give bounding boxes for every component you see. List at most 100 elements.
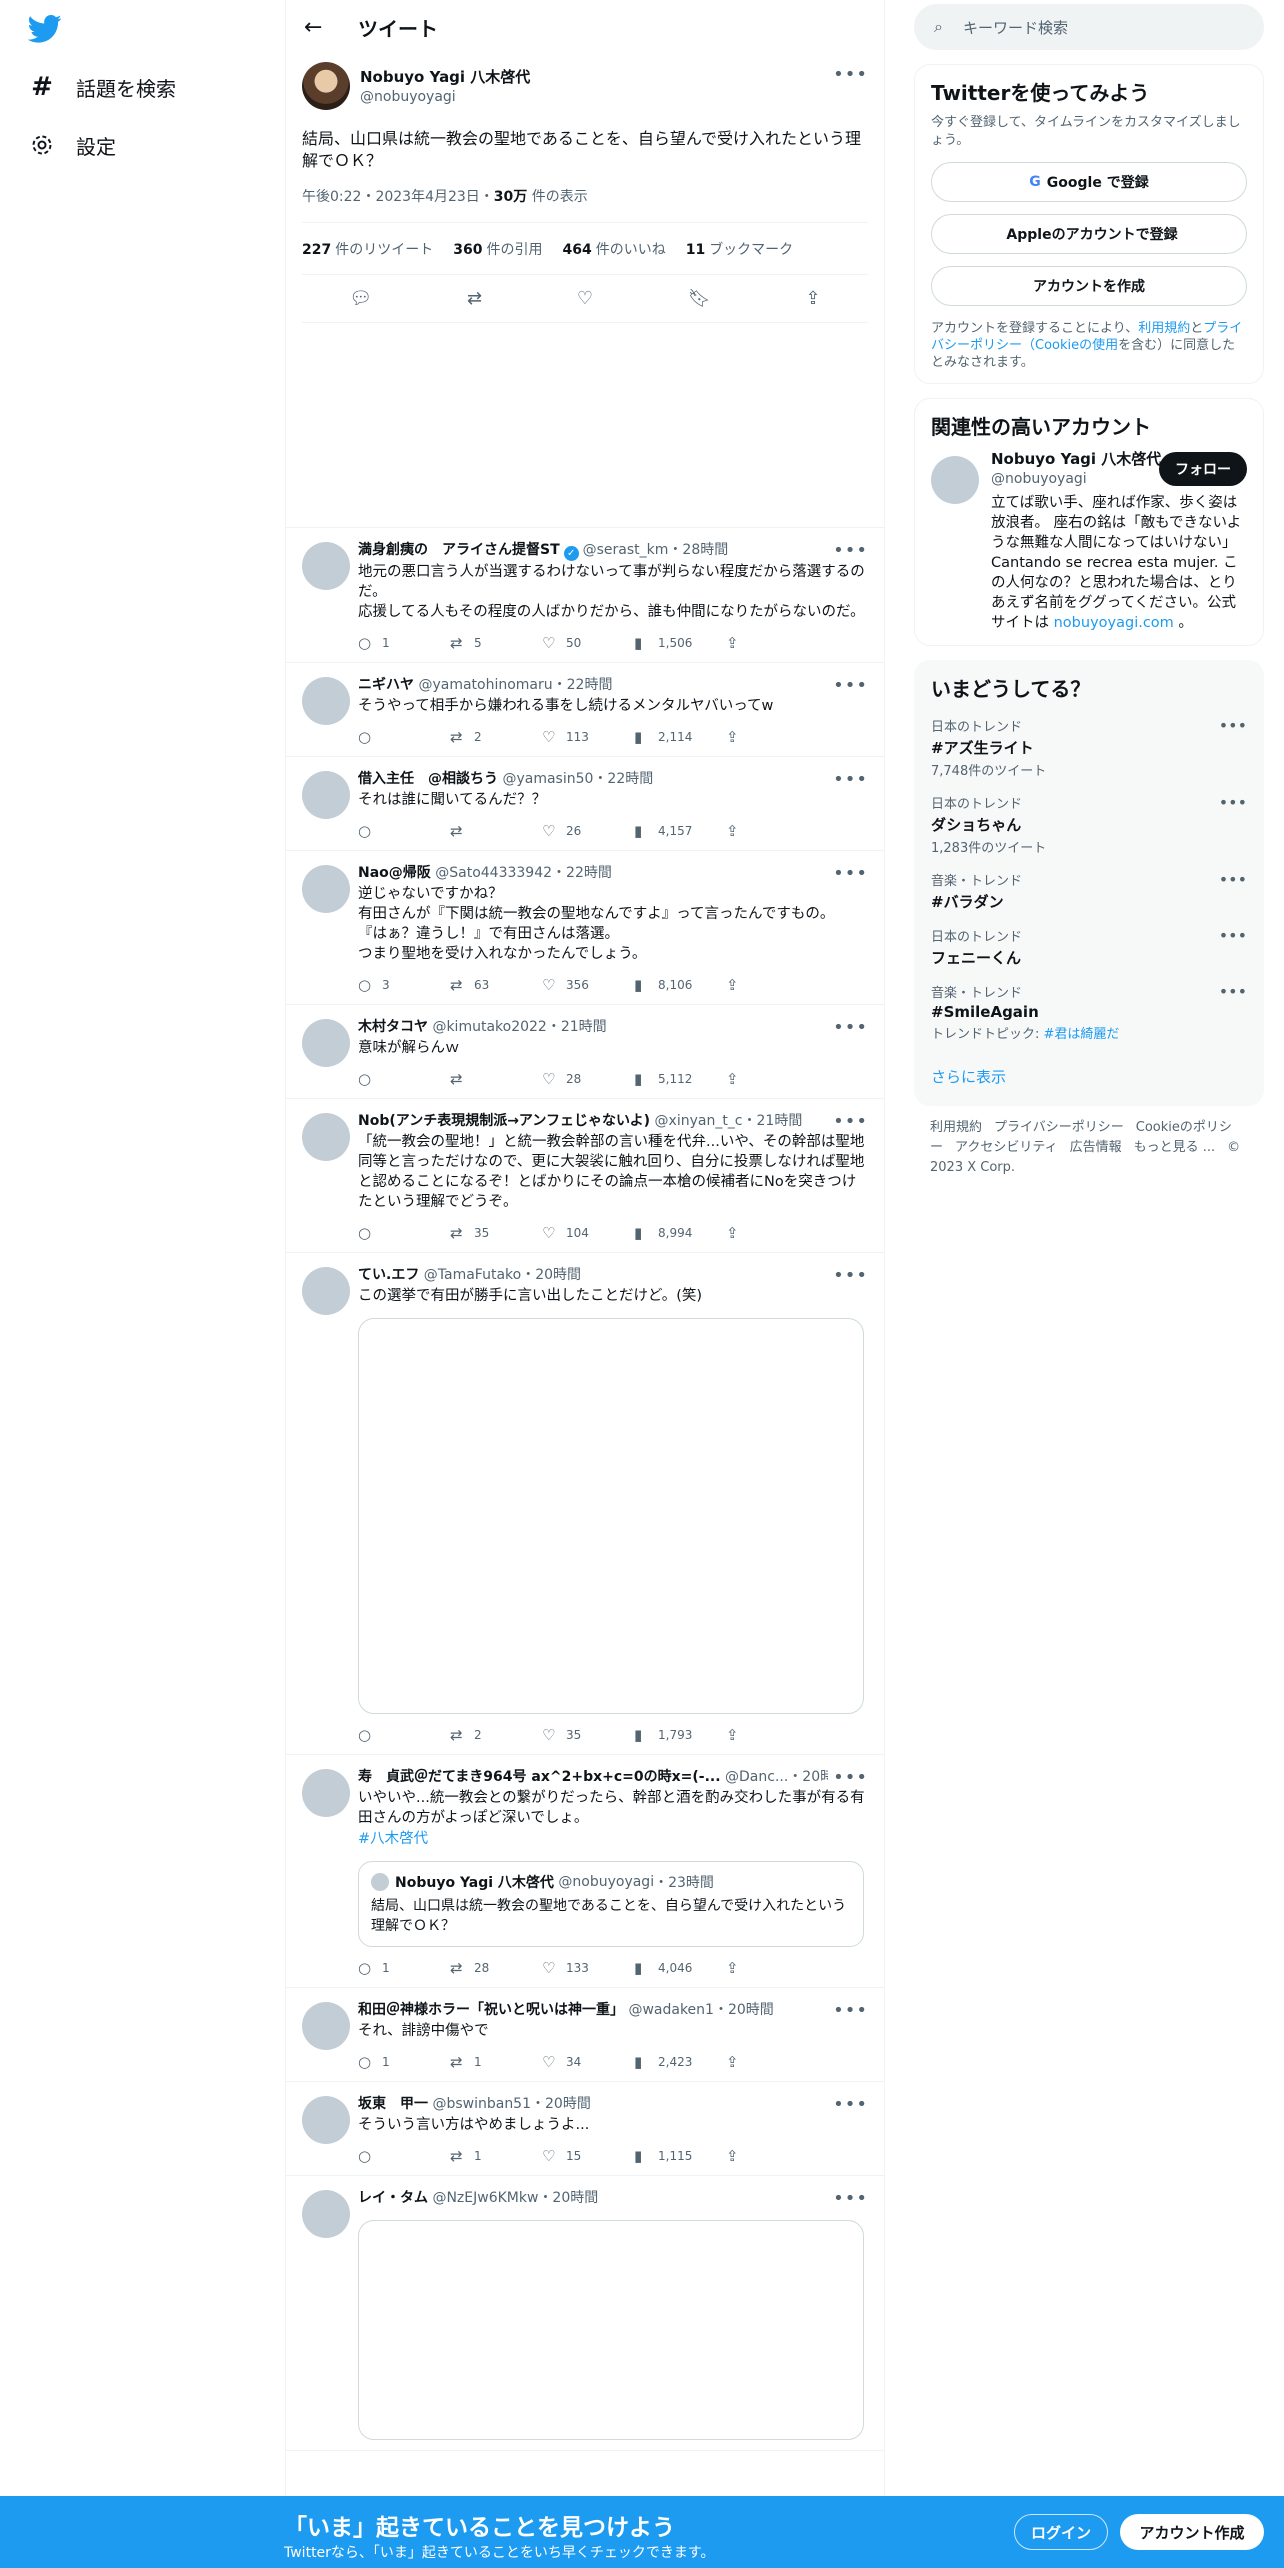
retweet-button[interactable]: ⇄ 63 <box>450 976 542 994</box>
apple-signup-button[interactable]: Appleのアカウントで登録 <box>931 214 1247 254</box>
footer-link[interactable]: 広告情報 <box>1070 1140 1122 1155</box>
reply-tweet[interactable]: ••• レイ・タム @NzEJw6KMkw・20時間 <box>286 2176 884 2451</box>
like-button[interactable]: ♡ 15 <box>542 2147 634 2165</box>
retweet-button[interactable]: ⇄ 1 <box>450 2147 542 2165</box>
reply-author-handle[interactable]: @Sato44333942 <box>435 865 552 881</box>
trend-item[interactable]: 音楽・トレンド #バラダン ••• <box>931 870 1247 912</box>
more-icon[interactable]: ••• <box>833 769 868 790</box>
search-input[interactable]: ⌕ キーワード検索 <box>914 4 1264 50</box>
views-button[interactable]: ▮ 8,106 <box>634 976 726 994</box>
like-button[interactable]: ♡ 50 <box>542 634 634 652</box>
more-icon[interactable]: ••• <box>833 1265 868 1286</box>
reply-tweet[interactable]: ••• 満身創痍の アライさん提督ST ✓ @serast_km・28時間 地元の悪口言… <box>286 528 884 663</box>
tweet-time[interactable]: 午後0:22・2023年4月23日・ <box>302 189 494 205</box>
avatar[interactable] <box>302 677 350 725</box>
reply-author-handle[interactable]: @wadaken1 <box>628 2002 714 2018</box>
reply-time[interactable]: ・20時間 <box>788 1769 828 1785</box>
reply-button[interactable]: ○ 1 <box>358 634 450 652</box>
quotes-stat[interactable]: 360 件の引用 <box>453 239 542 259</box>
retweet-icon[interactable]: ⇄ <box>467 288 482 309</box>
share-button[interactable]: ⇪ <box>726 634 766 652</box>
like-button[interactable]: ♡ 26 <box>542 822 634 840</box>
views-button[interactable]: ▮ 5,112 <box>634 1070 726 1088</box>
reply-author-name[interactable]: 寿 貞武＠だてまき964号 ax^2+bx+c=0の時x=(-... <box>358 1769 721 1785</box>
trend-item[interactable]: 音楽・トレンド #SmileAgain トレンドトピック: #君は綺麗だ ••• <box>931 982 1247 1042</box>
reply-icon[interactable]: 💬︎ <box>349 288 372 309</box>
views-button[interactable]: ▮ 1,506 <box>634 634 726 652</box>
avatar[interactable] <box>302 2002 350 2050</box>
retweet-button[interactable]: ⇄ 5 <box>450 634 542 652</box>
reply-button[interactable]: ○ 3 <box>358 976 450 994</box>
like-button[interactable]: ♡ 34 <box>542 2053 634 2071</box>
like-button[interactable]: ♡ 28 <box>542 1070 634 1088</box>
show-more-link[interactable]: さらに表示 <box>931 1066 1247 1087</box>
reply-tweet[interactable]: ••• 木村タコヤ @kimutako2022・21時間 意味が解らんｗ ○ ⇄ ♡ 28 ▮… <box>286 1005 884 1099</box>
reply-author-handle[interactable]: @bswinban51 <box>432 2096 531 2112</box>
twitter-logo-icon[interactable] <box>28 14 62 44</box>
avatar[interactable] <box>302 771 350 819</box>
reply-author-handle[interactable]: @TamaFutako <box>424 1267 521 1283</box>
more-icon[interactable]: ••• <box>833 863 868 884</box>
reply-author-name[interactable]: 借入主任 @相談ちう <box>358 771 498 787</box>
reply-tweet[interactable]: ••• ニギハヤ @yamatohinomaru・22時間 そうやって相手から嫌われ… <box>286 663 884 757</box>
share-button[interactable]: ⇪ <box>726 1070 766 1088</box>
more-icon[interactable]: ••• <box>1219 716 1247 735</box>
reply-hashtag[interactable]: #八木啓代 <box>358 1829 868 1849</box>
share-button[interactable]: ⇪ <box>726 822 766 840</box>
reply-button[interactable]: ○ <box>358 1070 450 1088</box>
retweet-button[interactable]: ⇄ 2 <box>450 1726 542 1744</box>
reply-author-handle[interactable]: @kimutako2022 <box>432 1019 546 1035</box>
more-icon[interactable]: ••• <box>833 2094 868 2115</box>
views-button[interactable]: ▮ 4,157 <box>634 822 726 840</box>
author-handle[interactable]: @nobuyoyagi <box>360 89 530 105</box>
reply-button[interactable]: ○ 1 <box>358 1959 450 1977</box>
reply-tweet[interactable]: ••• Nao@帰阪 @Sato44333942・22時間 逆じゃないですかね？ 有… <box>286 851 884 1005</box>
retweets-stat[interactable]: 227 件のリツイート <box>302 239 433 259</box>
related-bio-link[interactable]: nobuyoyagi.com <box>1054 615 1174 631</box>
retweet-button[interactable]: ⇄ 2 <box>450 728 542 746</box>
likes-stat[interactable]: 464 件のいいね <box>562 239 665 259</box>
like-button[interactable]: ♡ 104 <box>542 1224 634 1242</box>
more-icon[interactable]: ••• <box>1219 870 1247 889</box>
retweet-button[interactable]: ⇄ <box>450 822 542 840</box>
avatar[interactable] <box>302 1113 350 1161</box>
reply-author-name[interactable]: Nob(アンチ表現規制派→アンフェじゃないよ) <box>358 1113 650 1129</box>
views-button[interactable]: ▮ 8,994 <box>634 1224 726 1242</box>
reply-author-handle[interactable]: @serast_km <box>583 542 669 558</box>
reply-tweet[interactable]: ••• 寿 貞武＠だてまき964号 ax^2+bx+c=0の時x=(-... @D… <box>286 1755 884 1988</box>
reply-time[interactable]: ・21時間 <box>743 1113 803 1129</box>
reply-author-name[interactable]: 満身創痍の アライさん提督ST <box>358 542 560 558</box>
google-signup-button[interactable]: G Google で登録 <box>931 162 1247 202</box>
avatar[interactable] <box>931 456 979 504</box>
views-button[interactable]: ▮ 1,115 <box>634 2147 726 2165</box>
footer-link[interactable]: アクセシビリティ <box>955 1140 1058 1155</box>
nav-settings[interactable]: 設定 <box>28 125 116 165</box>
reply-author-name[interactable]: Nao@帰阪 <box>358 865 431 881</box>
footer-link[interactable]: プライバシーポリシー <box>994 1120 1124 1135</box>
reply-button[interactable]: ○ 1 <box>358 2053 450 2071</box>
share-button[interactable]: ⇪ <box>726 2053 766 2071</box>
login-button[interactable]: ログイン <box>1014 2514 1108 2550</box>
reply-tweet[interactable]: ••• てい.エフ @TamaFutako・20時間 この選挙で有田が勝手に言い出し… <box>286 1253 884 1755</box>
trend-item[interactable]: 日本のトレンド フェニーくん ••• <box>931 926 1247 968</box>
avatar[interactable] <box>302 62 350 110</box>
more-icon[interactable]: ••• <box>833 1111 868 1132</box>
media-placeholder[interactable] <box>358 2220 864 2440</box>
reply-time[interactable]: ・28時間 <box>668 542 728 558</box>
reply-tweet[interactable]: ••• 和田＠神様ホラー「祝いと呪いは神一重」 @wadaken1・20時間 それ、… <box>286 1988 884 2082</box>
reply-time[interactable]: ・20時間 <box>531 2096 591 2112</box>
footer-link[interactable]: 利用規約 <box>930 1120 982 1135</box>
reply-author-name[interactable]: てい.エフ <box>358 1267 419 1283</box>
more-icon[interactable]: ••• <box>833 2188 868 2209</box>
retweet-button[interactable]: ⇄ <box>450 1070 542 1088</box>
share-button[interactable]: ⇪ <box>726 1726 766 1744</box>
terms-link[interactable]: 利用規約 <box>1138 321 1190 336</box>
share-button[interactable]: ⇪ <box>726 2147 766 2165</box>
views-button[interactable]: ▮ 1,793 <box>634 1726 726 1744</box>
reply-author-handle[interactable]: @yamasin50 <box>502 771 593 787</box>
related-account[interactable]: Nobuyo Yagi 八木啓代 @nobuyoyagi 立てば歌い手、座れば作… <box>931 448 1247 633</box>
reply-author-name[interactable]: レイ・タム <box>358 2190 428 2206</box>
like-icon[interactable]: ♡ <box>577 288 593 309</box>
more-icon[interactable]: ••• <box>1219 793 1247 812</box>
more-icon[interactable]: ••• <box>833 64 868 85</box>
